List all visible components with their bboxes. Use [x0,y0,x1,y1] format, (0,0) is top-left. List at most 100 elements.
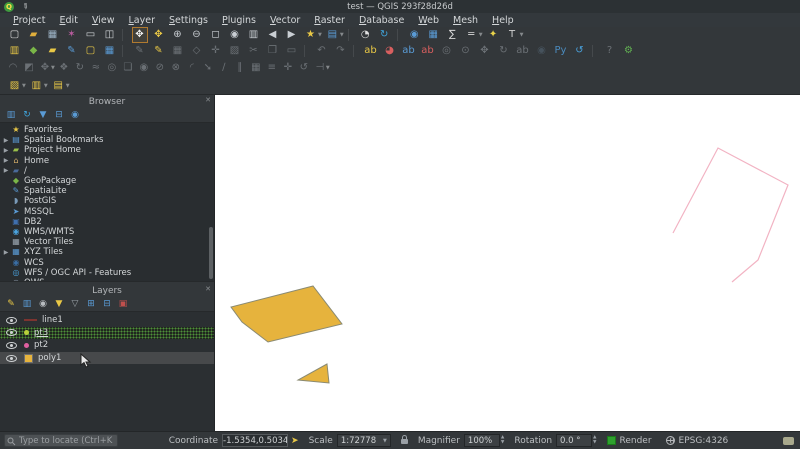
poly1-feature[interactable] [230,285,343,343]
browser-item-wcs[interactable]: ◉ WCS [0,257,214,268]
copy-move-feature-icon[interactable]: ❖ [57,61,71,75]
pan-to-selection-icon[interactable]: ✥ [152,28,166,42]
save-project-icon[interactable]: ▦ [46,28,60,42]
menu-web[interactable]: Web [411,15,446,26]
merge-selected-features-icon[interactable]: ▦ [249,61,263,75]
toggle-editing-icon[interactable]: ✎ [133,44,147,58]
expander-icon[interactable]: ▶ [2,167,10,174]
rotation-spin-icons[interactable]: ▲ ▼ [593,435,596,445]
new-spatial-bookmark-dropdown-icon[interactable]: ▼ [318,32,322,38]
save-layer-edits-icon[interactable]: ▦ [171,44,185,58]
browser-item-postgis[interactable]: ◗ PostGIS [0,196,214,206]
map-canvas[interactable] [215,95,800,431]
open-project-icon[interactable]: ▰ [27,28,41,42]
menu-vector[interactable]: Vector [263,15,307,26]
python-console-icon[interactable]: Py [554,44,568,58]
browser-item-wfs-ogc-api-features[interactable]: ◎ WFS / OGC API - Features [0,268,214,278]
copy-features-icon[interactable]: ❐ [266,44,280,58]
filter-by-expression-icon[interactable]: ▽ [69,298,81,310]
scale-dropdown-icon[interactable]: ▼ [383,438,387,444]
zoom-last-icon[interactable]: ◀ [266,28,280,42]
zoom-in-icon[interactable]: ⊕ [171,28,185,42]
vertex-tool-all-layers-icon[interactable]: ✛ [209,44,223,58]
expander-icon[interactable]: ▶ [2,137,10,144]
collapse-all-icon[interactable]: ⊟ [53,109,65,121]
expander-icon[interactable]: ▶ [2,157,10,164]
menu-edit[interactable]: Edit [53,15,85,26]
digitize-with-curve-icon[interactable]: ◠ [6,61,20,75]
lock-icon[interactable] [400,435,408,444]
magnifier-spin-icons[interactable]: ▲ ▼ [501,435,504,445]
add-group-icon[interactable]: ▥ [21,298,33,310]
rotation-spinbox[interactable]: 0.0 ° [556,434,593,447]
metasearch-icon[interactable]: ◉ [535,44,549,58]
style-manager-icon[interactable]: ✶ [65,28,79,42]
zoom-next-icon[interactable]: ▶ [285,28,299,42]
visibility-eye-icon[interactable] [6,329,17,337]
menu-database[interactable]: Database [352,15,411,26]
statistical-summary-icon[interactable]: ∑ [445,28,459,42]
open-data-source-manager-icon[interactable]: ▥ [8,44,22,58]
offset-curve-icon[interactable]: ◜ [185,61,199,75]
browser-item-wms-wmts[interactable]: ◉ WMS/WMTS [0,227,214,237]
crs-label[interactable]: EPSG:4326 [679,436,729,446]
measure-line-dropdown-icon[interactable]: ▼ [479,32,483,38]
stream-digitizing-icon[interactable]: ◩ [22,61,36,75]
trim-extend-icon[interactable]: ⊣ [313,61,327,75]
redo-icon[interactable]: ↷ [334,44,348,58]
layer-diagram-options-icon[interactable]: ◕ [383,44,397,58]
vertex-tool-icon[interactable]: ✛ [281,61,295,75]
pan-map-icon[interactable]: ✥ [131,27,148,43]
rotate-feature-icon[interactable]: ↻ [73,61,87,75]
layer-callouts-icon[interactable]: ab [402,44,416,58]
move-feature-icon[interactable]: ✥ [38,61,52,75]
coordinate-capture-icon[interactable]: ➤ [291,436,299,446]
layer-labeling-options-icon[interactable]: ab [364,44,378,58]
select-features-icon[interactable]: ▨ [8,79,22,93]
crs-globe-icon[interactable] [665,436,675,445]
browser-item-home[interactable]: ▶ ⌂ Home [0,156,214,166]
menu-view[interactable]: View [85,15,122,26]
manage-map-themes-icon[interactable]: ◉ [37,298,49,310]
remove-layer-icon[interactable]: ▣ [117,298,129,310]
zoom-to-selection-icon[interactable]: ◉ [228,28,242,42]
temporal-controller-icon[interactable]: ◔ [358,28,372,42]
split-features-icon[interactable]: ∕ [217,61,231,75]
rotate-label-icon[interactable]: ↻ [497,44,511,58]
visibility-eye-icon[interactable] [6,354,17,362]
paste-features-icon[interactable]: ▭ [285,44,299,58]
help-contents-icon[interactable]: ? [603,44,617,58]
zoom-full-icon[interactable]: ◻ [209,28,223,42]
locator-input[interactable] [4,434,118,447]
open-layer-styling-icon[interactable]: ✎ [5,298,17,310]
refresh-map-icon[interactable]: ↻ [377,28,391,42]
messages-icon[interactable] [783,436,794,445]
menu-project[interactable]: Project [6,15,53,26]
deselect-features-dropdown-icon[interactable]: ▼ [44,83,48,89]
magnifier-spinbox[interactable]: 100% [463,434,500,447]
show-hidden-labels-icon[interactable]: ⊙ [459,44,473,58]
select-by-expression-icon[interactable]: ▤ [51,79,65,93]
filter-browser-icon[interactable]: ▼ [37,109,49,121]
layers-close-icon[interactable]: ✕ [205,285,211,293]
simplify-feature-icon[interactable]: ≈ [89,61,103,75]
coordinate-input[interactable] [222,434,289,447]
layer-item-line1[interactable]: line1 [0,314,214,327]
scale-combo[interactable]: 1:72778 ▼ [336,434,391,447]
cut-features-icon[interactable]: ✂ [247,44,261,58]
pin-unpin-labels-icon[interactable]: ◎ [440,44,454,58]
menu-plugins[interactable]: Plugins [215,15,263,26]
delete-ring-icon[interactable]: ⊘ [153,61,167,75]
expander-icon[interactable]: ▶ [2,249,10,256]
browser-scrollbar[interactable] [209,227,213,279]
layer-item-poly1[interactable]: poly1 [0,351,214,365]
map-tips-icon[interactable]: ✦ [486,28,500,42]
move-label-icon[interactable]: ✥ [478,44,492,58]
browser-item-project-home[interactable]: ▶ ▰ Project Home [0,145,214,155]
delete-selected-icon[interactable]: ▨ [228,44,242,58]
visibility-eye-icon[interactable] [6,341,17,349]
fill-ring-icon[interactable]: ◉ [137,61,151,75]
select-features-dropdown-icon[interactable]: ▼ [22,83,26,89]
plugin-tool-icon[interactable]: ↺ [573,44,587,58]
refresh-browser-icon[interactable]: ↻ [21,109,33,121]
